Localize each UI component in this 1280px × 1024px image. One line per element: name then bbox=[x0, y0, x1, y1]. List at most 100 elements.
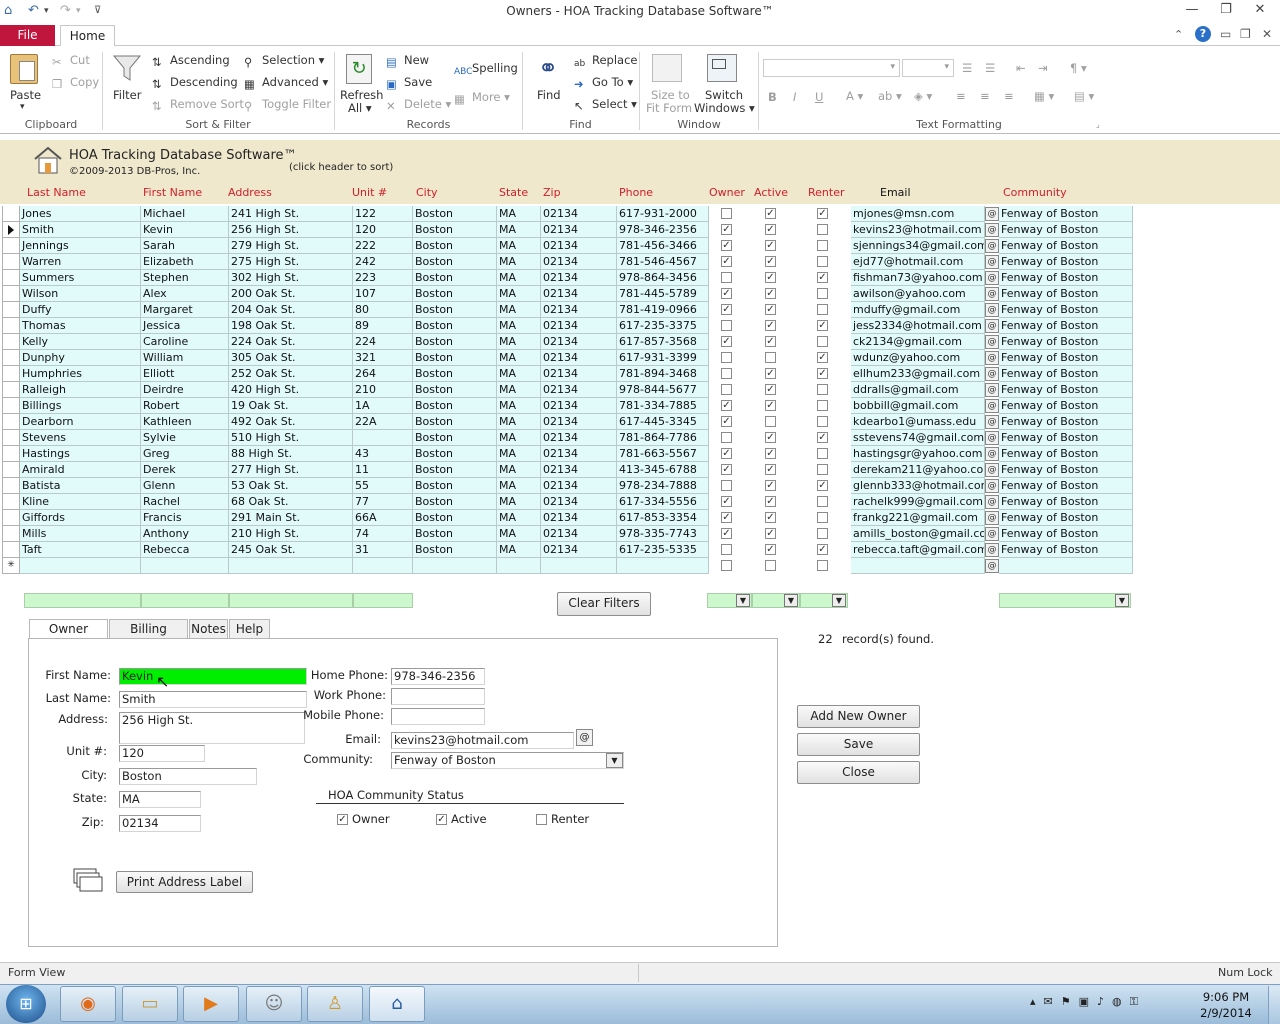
cell-last-name[interactable] bbox=[20, 558, 141, 574]
spelling-button[interactable]: ABCSpelling bbox=[454, 61, 518, 79]
cell-last-name[interactable]: Hastings bbox=[20, 446, 141, 462]
record-selector[interactable] bbox=[2, 286, 20, 302]
cell-city[interactable]: Boston bbox=[413, 446, 497, 462]
print-address-label-button[interactable]: Print Address Label bbox=[116, 871, 253, 893]
cell-phone[interactable]: 413-345-6788 bbox=[617, 462, 709, 478]
row-renter-checkbox[interactable] bbox=[817, 448, 828, 459]
switch-windows-icon[interactable] bbox=[707, 54, 737, 82]
help-icon[interactable]: ? bbox=[1195, 26, 1211, 42]
cell-address[interactable]: 210 High St. bbox=[229, 526, 353, 542]
record-selector[interactable] bbox=[2, 446, 20, 462]
row-renter-checkbox[interactable] bbox=[817, 512, 828, 523]
cell-address[interactable]: 53 Oak St. bbox=[229, 478, 353, 494]
record-selector[interactable] bbox=[2, 366, 20, 382]
record-selector[interactable] bbox=[2, 238, 20, 254]
cell-city[interactable]: Boston bbox=[413, 222, 497, 238]
cell-community[interactable]: Fenway of Boston bbox=[999, 478, 1133, 494]
cell-address[interactable]: 279 High St. bbox=[229, 238, 353, 254]
cell-last-name[interactable]: Kelly bbox=[20, 334, 141, 350]
cell-unit[interactable]: 222 bbox=[353, 238, 413, 254]
cell-phone[interactable]: 978-844-5677 bbox=[617, 382, 709, 398]
record-selector[interactable] bbox=[2, 270, 20, 286]
filter-community-select[interactable]: ▼ bbox=[999, 593, 1131, 608]
binoculars-icon[interactable]: ⚭ bbox=[533, 54, 563, 84]
cell-unit[interactable]: 242 bbox=[353, 254, 413, 270]
cell-first-name[interactable]: Alex bbox=[141, 286, 229, 302]
cell-city[interactable]: Boston bbox=[413, 414, 497, 430]
cell-unit[interactable]: 223 bbox=[353, 270, 413, 286]
cell-last-name[interactable]: Dunphy bbox=[20, 350, 141, 366]
cell-state[interactable]: MA bbox=[497, 462, 541, 478]
row-owner-checkbox[interactable] bbox=[721, 384, 732, 395]
tab-file[interactable]: File bbox=[0, 25, 55, 47]
cell-last-name[interactable]: Duffy bbox=[20, 302, 141, 318]
cell-last-name[interactable]: Mills bbox=[20, 526, 141, 542]
select-button[interactable]: ↖ Select ▾ bbox=[574, 97, 637, 113]
record-selector[interactable] bbox=[2, 398, 20, 414]
send-email-icon[interactable]: @ bbox=[985, 367, 999, 381]
cell-email[interactable]: bobbill@gmail.com bbox=[851, 398, 985, 414]
row-renter-checkbox[interactable] bbox=[817, 384, 828, 395]
cell-address[interactable]: 224 Oak St. bbox=[229, 334, 353, 350]
cell-first-name[interactable]: Glenn bbox=[141, 478, 229, 494]
cell-state[interactable]: MA bbox=[497, 318, 541, 334]
cell-phone[interactable]: 978-234-7888 bbox=[617, 478, 709, 494]
goto-button[interactable]: ➜ Go To ▾ bbox=[574, 75, 633, 91]
cell-first-name[interactable]: Anthony bbox=[141, 526, 229, 542]
cell-city[interactable] bbox=[413, 558, 497, 574]
zip-field[interactable]: 02134 bbox=[119, 815, 201, 832]
cell-last-name[interactable]: Ralleigh bbox=[20, 382, 141, 398]
row-owner-checkbox[interactable]: ✓ bbox=[721, 240, 732, 251]
cell-phone[interactable]: 617-334-5556 bbox=[617, 494, 709, 510]
cell-email[interactable]: sstevens74@gmail.com bbox=[851, 430, 985, 446]
cell-first-name[interactable]: Francis bbox=[141, 510, 229, 526]
filter-address[interactable] bbox=[229, 593, 353, 608]
row-renter-checkbox[interactable]: ✓ bbox=[817, 320, 828, 331]
table-row[interactable]: Hastings Greg 88 High St. 43 Boston MA 02134 78… bbox=[0, 446, 1133, 462]
cell-last-name[interactable]: Thomas bbox=[20, 318, 141, 334]
cell-address[interactable]: 256 High St. bbox=[229, 222, 353, 238]
cell-email[interactable]: ddralls@gmail.com bbox=[851, 382, 985, 398]
mobile-phone-field[interactable] bbox=[391, 708, 485, 725]
cell-last-name[interactable]: Jennings bbox=[20, 238, 141, 254]
cell-city[interactable]: Boston bbox=[413, 350, 497, 366]
cell-state[interactable]: MA bbox=[497, 238, 541, 254]
cell-first-name[interactable]: Deirdre bbox=[141, 382, 229, 398]
cell-phone[interactable]: 617-931-3399 bbox=[617, 350, 709, 366]
tab-home[interactable]: Home bbox=[60, 25, 115, 47]
cell-unit[interactable]: 89 bbox=[353, 318, 413, 334]
record-selector[interactable] bbox=[2, 478, 20, 494]
cell-first-name[interactable]: Kathleen bbox=[141, 414, 229, 430]
cell-zip[interactable]: 02134 bbox=[541, 366, 617, 382]
tab-help[interactable]: Help bbox=[229, 619, 270, 639]
cell-zip[interactable]: 02134 bbox=[541, 318, 617, 334]
cell-zip[interactable]: 02134 bbox=[541, 302, 617, 318]
cell-phone[interactable]: 781-456-3466 bbox=[617, 238, 709, 254]
cell-email[interactable]: rebecca.taft@gmail.com bbox=[851, 542, 985, 558]
row-owner-checkbox[interactable]: ✓ bbox=[721, 496, 732, 507]
paste-icon[interactable] bbox=[10, 54, 38, 84]
firefox-icon[interactable]: ◉ bbox=[60, 986, 116, 1022]
send-email-icon[interactable]: @ bbox=[985, 223, 999, 237]
row-owner-checkbox[interactable]: ✓ bbox=[721, 528, 732, 539]
cell-phone[interactable]: 617-235-5335 bbox=[617, 542, 709, 558]
row-owner-checkbox[interactable]: ✓ bbox=[721, 416, 732, 427]
switch-windows-button[interactable]: Switch bbox=[705, 88, 743, 102]
cell-community[interactable]: Fenway of Boston bbox=[999, 366, 1133, 382]
cell-phone[interactable]: 781-864-7786 bbox=[617, 430, 709, 446]
cell-state[interactable]: MA bbox=[497, 334, 541, 350]
row-owner-checkbox[interactable]: ✓ bbox=[721, 448, 732, 459]
chevron-down-icon[interactable]: ▼ bbox=[736, 594, 750, 607]
doc-restore-button[interactable]: ❐ bbox=[1240, 27, 1251, 41]
cell-zip[interactable]: 02134 bbox=[541, 238, 617, 254]
cell-community[interactable]: Fenway of Boston bbox=[999, 430, 1133, 446]
row-active-checkbox[interactable] bbox=[765, 352, 776, 363]
table-row[interactable]: Kline Rachel 68 Oak St. 77 Boston MA 02134 617-… bbox=[0, 494, 1133, 510]
collapse-ribbon-icon[interactable]: ⌃ bbox=[1174, 28, 1183, 41]
address-field[interactable]: 256 High St. bbox=[119, 712, 305, 744]
row-active-checkbox[interactable] bbox=[765, 560, 776, 571]
cell-last-name[interactable]: Kline bbox=[20, 494, 141, 510]
cell-address[interactable]: 305 Oak St. bbox=[229, 350, 353, 366]
row-active-checkbox[interactable]: ✓ bbox=[765, 384, 776, 395]
cell-email[interactable]: glennb333@hotmail.com bbox=[851, 478, 985, 494]
